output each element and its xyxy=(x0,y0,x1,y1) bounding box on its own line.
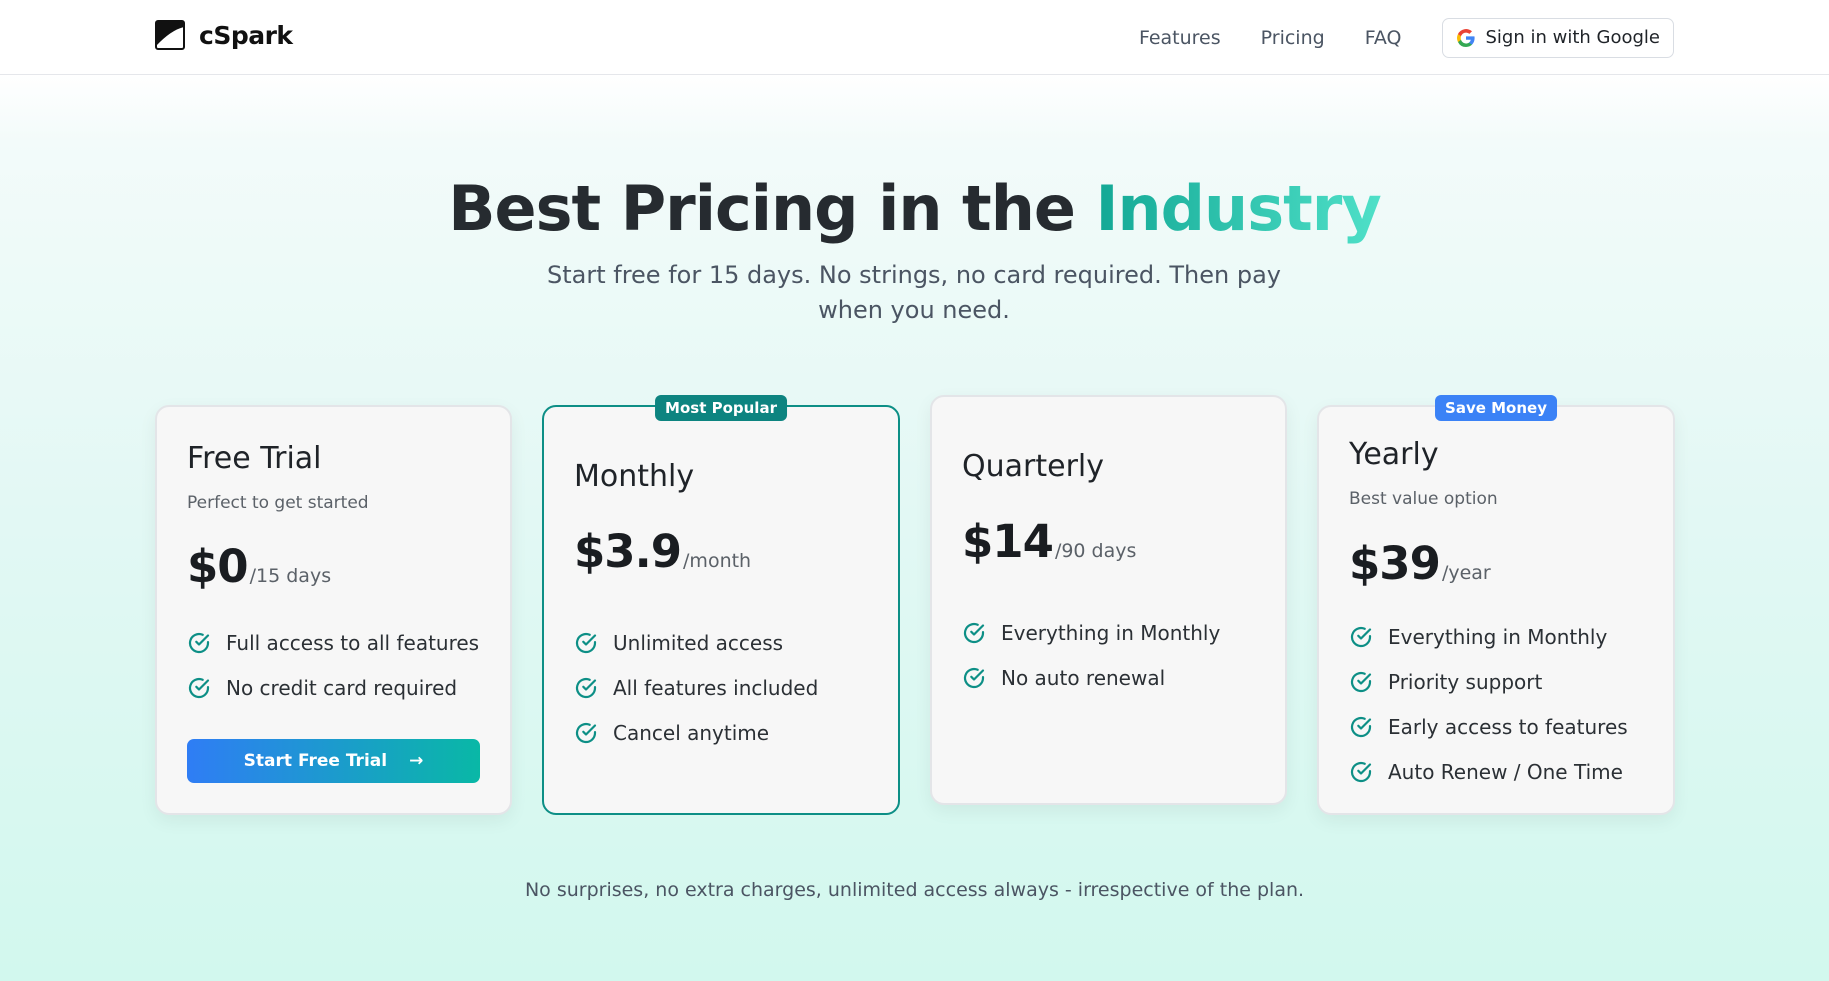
plan-feature-label: Everything in Monthly xyxy=(1388,624,1608,649)
plan-period: /90 days xyxy=(1054,540,1137,562)
plan-feature: All features included xyxy=(574,665,818,710)
page-title-main: Best Pricing in the xyxy=(448,172,1096,245)
plan-name: Quarterly xyxy=(962,449,1104,484)
nav-link-features[interactable]: Features xyxy=(1139,27,1221,49)
plan-price-row: $0 /15 days xyxy=(187,540,331,593)
plan-period: /year xyxy=(1441,562,1491,584)
plan-feature-label: Auto Renew / One Time xyxy=(1388,759,1623,784)
nav-link-pricing[interactable]: Pricing xyxy=(1261,27,1325,49)
plan-card-yearly: Save Money Yearly Best value option $39 … xyxy=(1317,395,1675,815)
plan-feature-list: Unlimited access All features included C… xyxy=(574,620,818,755)
plan-price: $3.9 xyxy=(574,525,682,578)
plan-price: $0 xyxy=(187,540,249,593)
plan-price: $39 xyxy=(1349,537,1441,590)
plan-feature-label: All features included xyxy=(613,675,819,700)
plan-feature: Priority support xyxy=(1349,659,1628,704)
plan-feature-list: Everything in Monthly Priority support E… xyxy=(1349,614,1628,794)
check-circle-icon xyxy=(963,667,985,688)
plan-period: /15 days xyxy=(249,565,332,587)
brand-logo[interactable]: cSpark xyxy=(155,20,293,50)
check-circle-icon xyxy=(963,622,985,643)
nav-link-faq[interactable]: FAQ xyxy=(1365,27,1402,49)
google-icon xyxy=(1456,28,1475,47)
check-circle-icon xyxy=(575,722,597,743)
google-signin-label: Sign in with Google xyxy=(1485,27,1661,48)
check-circle-icon xyxy=(1350,626,1372,647)
check-circle-icon xyxy=(575,677,597,698)
plan-feature: Everything in Monthly xyxy=(962,610,1220,655)
plan-period: /month xyxy=(683,550,752,572)
arrow-right-icon: → xyxy=(409,751,424,771)
spark-logo-icon xyxy=(155,20,185,50)
check-circle-icon xyxy=(188,632,210,653)
page-title: Best Pricing in the Industry xyxy=(0,172,1829,245)
page-title-accent: Industry xyxy=(1095,172,1381,245)
plan-name: Free Trial xyxy=(187,441,322,476)
plan-feature-label: No credit card required xyxy=(226,675,458,700)
plan-feature: No credit card required xyxy=(187,665,479,710)
plan-feature: Early access to features xyxy=(1349,704,1628,749)
check-circle-icon xyxy=(188,677,210,698)
plan-feature-label: Unlimited access xyxy=(613,630,784,655)
plan-feature: Everything in Monthly xyxy=(1349,614,1628,659)
check-circle-icon xyxy=(1350,761,1372,782)
plan-price-row: $3.9 /month xyxy=(574,525,751,578)
page-subtitle: Start free for 15 days. No strings, no c… xyxy=(546,261,1281,324)
most-popular-badge: Most Popular xyxy=(655,395,787,421)
plan-description: Perfect to get started xyxy=(187,493,369,513)
plan-price-row: $39 /year xyxy=(1349,537,1491,590)
google-signin-button[interactable]: Sign in with Google xyxy=(1441,17,1674,58)
top-navbar: cSpark Features Pricing FAQ Sign in with… xyxy=(0,0,1829,75)
brand-name: cSpark xyxy=(199,20,293,50)
plan-feature: Auto Renew / One Time xyxy=(1349,749,1628,794)
pricing-footer-note: No surprises, no extra charges, unlimite… xyxy=(524,879,1305,901)
plan-feature-label: Early access to features xyxy=(1388,714,1628,739)
start-free-trial-label: Start Free Trial xyxy=(243,751,388,771)
plan-feature-list: Full access to all features No credit ca… xyxy=(187,620,479,710)
save-money-badge: Save Money xyxy=(1435,395,1557,421)
check-circle-icon xyxy=(575,632,597,653)
check-circle-icon xyxy=(1350,716,1372,737)
plan-card-monthly: Most Popular Monthly $3.9 /month Unlimit… xyxy=(542,395,900,815)
plan-name: Monthly xyxy=(574,459,695,494)
plan-feature: Full access to all features xyxy=(187,620,479,665)
plan-name: Yearly xyxy=(1349,437,1439,472)
plan-feature-label: Full access to all features xyxy=(226,630,480,655)
plan-feature: No auto renewal xyxy=(962,655,1220,700)
plan-card-free-trial: Free Trial Perfect to get started $0 /15… xyxy=(155,405,512,815)
plan-feature: Cancel anytime xyxy=(574,710,818,755)
plan-feature-label: Priority support xyxy=(1388,669,1543,694)
plan-feature-label: Everything in Monthly xyxy=(1001,620,1221,645)
plan-feature: Unlimited access xyxy=(574,620,818,665)
plan-price: $14 xyxy=(962,515,1054,568)
plan-feature-label: Cancel anytime xyxy=(613,720,770,745)
check-circle-icon xyxy=(1350,671,1372,692)
plan-description: Best value option xyxy=(1349,489,1498,509)
nav-links: Features Pricing FAQ Sign in with Google xyxy=(1139,0,1829,75)
start-free-trial-button[interactable]: Start Free Trial → xyxy=(187,739,480,783)
plan-price-row: $14 /90 days xyxy=(962,515,1136,568)
plan-feature-list: Everything in Monthly No auto renewal xyxy=(962,610,1220,700)
plan-feature-label: No auto renewal xyxy=(1001,665,1166,690)
plan-card-quarterly: Quarterly $14 /90 days Everything in Mon… xyxy=(930,395,1287,805)
